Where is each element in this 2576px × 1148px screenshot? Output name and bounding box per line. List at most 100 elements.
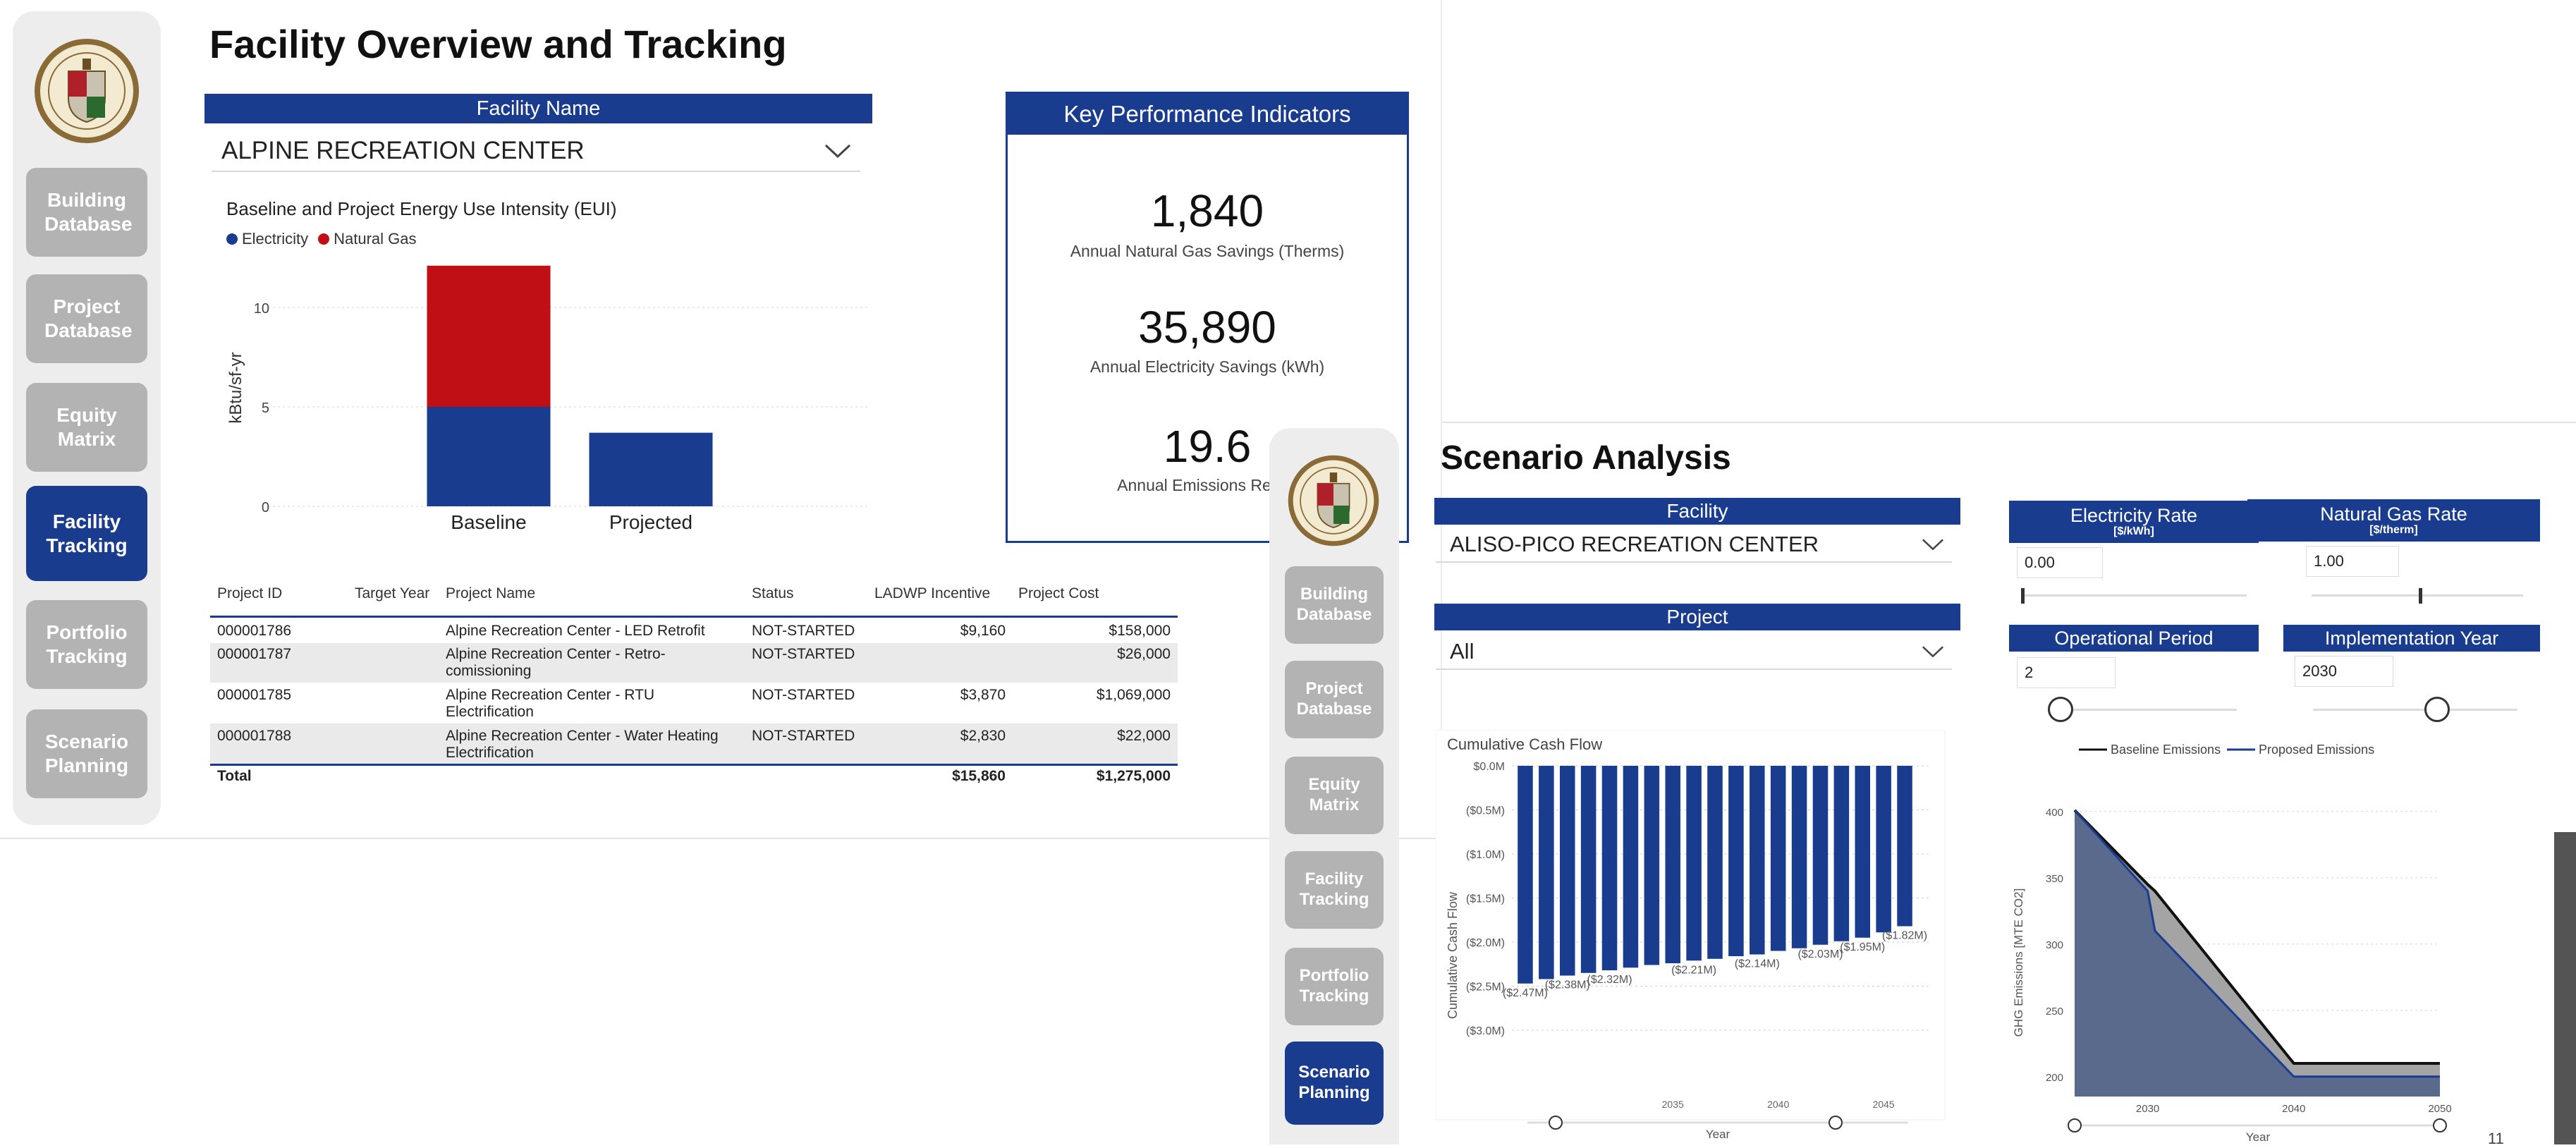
cell-cost: $158,000 bbox=[1109, 623, 1171, 639]
facility-name-header: Facility Name bbox=[205, 94, 872, 123]
kpi-gas-savings-label: Annual Natural Gas Savings (Therms) bbox=[1070, 242, 1345, 260]
cash-flow-bar bbox=[1686, 766, 1702, 961]
cash-flow-bar bbox=[1812, 766, 1829, 945]
cash-flow-xtick: 2035 bbox=[1662, 1099, 1684, 1110]
col-header-ladwp-incentive: LADWP Incentive bbox=[874, 585, 991, 602]
cell-project-id: 000001786 bbox=[217, 623, 292, 639]
operational-period-slider-track[interactable] bbox=[2049, 709, 2237, 711]
emissions-xlabel: Year bbox=[2246, 1130, 2271, 1144]
cash-flow-bar bbox=[1580, 766, 1597, 973]
kpi-electricity-savings-label: Annual Electricity Savings (kWh) bbox=[1089, 358, 1325, 376]
cash-flow-ylabel: Cumulative Cash Flow bbox=[1446, 891, 1460, 1019]
cash-flow-data-label: ($1.95M) bbox=[1840, 941, 1885, 953]
electricity-rate-header: Electricity Rate [$/kWh] bbox=[2009, 501, 2259, 543]
legend-gas-swatch bbox=[318, 233, 330, 245]
table-row[interactable]: 000001788 Alpine Recreation Center - Wat… bbox=[210, 723, 1178, 764]
cash-flow-bar bbox=[1601, 766, 1618, 970]
facility-dropdown[interactable]: ALPINE RECREATION CENTER bbox=[212, 131, 860, 172]
legend-gas-label: Natural Gas bbox=[334, 230, 417, 248]
nav-portfolio-tracking[interactable]: Portfolio Tracking bbox=[1285, 948, 1384, 1025]
emissions-xtick: 2050 bbox=[2428, 1103, 2451, 1115]
cell-status: NOT-STARTED bbox=[752, 728, 855, 744]
emissions-chart: Baseline Emissions Proposed Emissions 200 2… bbox=[2012, 743, 2452, 1144]
cash-flow-bar bbox=[1750, 766, 1765, 955]
project-dropdown[interactable]: All bbox=[1436, 635, 1952, 670]
city-seal-logo bbox=[33, 37, 140, 145]
cash-flow-bar bbox=[1855, 766, 1871, 938]
gas-rate-slider-track[interactable] bbox=[2312, 594, 2523, 597]
emissions-ytick: 300 bbox=[2046, 939, 2063, 951]
cash-flow-data-label: ($2.47M) bbox=[1503, 987, 1548, 999]
implementation-year-input[interactable]: 2030 bbox=[2295, 656, 2393, 687]
nav-equity-matrix[interactable]: Equity Matrix bbox=[26, 383, 147, 472]
nav-facility-tracking[interactable]: Facility Tracking bbox=[1285, 851, 1384, 929]
cash-flow-title: Cumulative Cash Flow bbox=[1447, 735, 1602, 753]
nav-building-database[interactable]: Building Database bbox=[26, 168, 147, 257]
nav-scenario-planning[interactable]: Scenario Planning bbox=[1285, 1042, 1384, 1125]
implementation-year-slider-handle[interactable] bbox=[2424, 697, 2450, 722]
nav-building-database[interactable]: Building Database bbox=[1285, 566, 1384, 644]
nav-project-database[interactable]: Project Database bbox=[1285, 661, 1384, 738]
total-divider bbox=[210, 764, 1178, 766]
cash-flow-bar bbox=[1876, 766, 1891, 933]
electricity-rate-slider-track[interactable] bbox=[2021, 594, 2247, 597]
total-incentive: $15,860 bbox=[952, 768, 1006, 784]
nav-portfolio-tracking[interactable]: Portfolio Tracking bbox=[26, 600, 147, 689]
cash-flow-bar bbox=[1623, 766, 1639, 968]
kpi-gas-savings-value: 1,840 bbox=[1150, 185, 1264, 236]
electricity-rate-label: Electricity Rate bbox=[2070, 505, 2198, 527]
cell-project-name: Alpine Recreation Center - Retro-comissi… bbox=[446, 646, 666, 680]
eui-ytick: 10 bbox=[254, 301, 269, 317]
implementation-year-header: Implementation Year bbox=[2283, 625, 2540, 652]
gas-rate-unit: [$/therm] bbox=[2369, 523, 2418, 536]
cell-incentive: $2,830 bbox=[960, 728, 1006, 744]
cash-flow-ytick: ($2.0M) bbox=[1466, 937, 1505, 949]
nav-label: Scenario Planning bbox=[1298, 1063, 1370, 1102]
electricity-rate-input[interactable]: 0.00 bbox=[2017, 547, 2103, 578]
nav-equity-matrix[interactable]: Equity Matrix bbox=[1285, 757, 1384, 834]
nav-facility-tracking[interactable]: Facility Tracking bbox=[26, 486, 147, 581]
sidebar-right: Building Database Project Database Equit… bbox=[1269, 428, 1399, 1144]
emissions-ytick: 350 bbox=[2046, 873, 2063, 885]
nav-project-database[interactable]: Project Database bbox=[26, 274, 147, 363]
eui-bar-natural-gas bbox=[427, 265, 551, 407]
eui-ytick: 0 bbox=[262, 500, 269, 515]
cash-flow-ytick: ($1.0M) bbox=[1466, 849, 1505, 861]
electricity-rate-slider-handle[interactable] bbox=[2021, 588, 2025, 604]
kpi-electricity-savings-value: 35,890 bbox=[1138, 302, 1276, 353]
gas-rate-header: Natural Gas Rate [$/therm] bbox=[2247, 499, 2540, 542]
implementation-year-slider-track[interactable] bbox=[2313, 709, 2517, 711]
gas-rate-input[interactable]: 1.00 bbox=[2306, 546, 2399, 577]
facility-dropdown-right[interactable]: ALISO-PICO RECREATION CENTER bbox=[1436, 527, 1952, 563]
table-row[interactable]: 000001785 Alpine Recreation Center - RTU… bbox=[210, 683, 1178, 723]
nav-label: Facility Tracking bbox=[1299, 869, 1369, 909]
project-table: Project ID Target Year Project Name Stat… bbox=[210, 575, 1178, 786]
total-cost: $1,275,000 bbox=[1096, 768, 1171, 784]
facility-selected-value: ALPINE RECREATION CENTER bbox=[221, 137, 585, 164]
table-row[interactable]: 000001787 Alpine Recreation Center - Ret… bbox=[210, 643, 1178, 683]
cash-flow-bar bbox=[1539, 766, 1554, 979]
legend-proposed-label: Proposed Emissions bbox=[2259, 743, 2374, 757]
emissions-xtick: 2040 bbox=[2282, 1103, 2305, 1115]
cash-flow-bar bbox=[1644, 766, 1660, 965]
operational-period-input[interactable]: 2 bbox=[2017, 657, 2116, 688]
nav-scenario-planning[interactable]: Scenario Planning bbox=[26, 709, 147, 798]
electricity-rate-unit: [$/kWh] bbox=[2113, 525, 2154, 537]
gas-rate-slider-handle[interactable] bbox=[2419, 588, 2422, 604]
facility-selected-value: ALISO-PICO RECREATION CENTER bbox=[1450, 532, 1819, 556]
operational-period-slider-handle[interactable] bbox=[2048, 697, 2073, 722]
cash-flow-ytick: ($1.5M) bbox=[1466, 893, 1505, 905]
cash-flow-bar bbox=[1559, 766, 1575, 976]
project-selected-value: All bbox=[1450, 639, 1475, 664]
emissions-ytick: 250 bbox=[2046, 1006, 2063, 1018]
emissions-ylabel: GHG Emissions [MTE CO2] bbox=[2012, 889, 2025, 1037]
facility-overview-panel: Building Database Project Database Equit… bbox=[0, 0, 1442, 839]
table-row[interactable]: 000001786 Alpine Recreation Center - LED… bbox=[210, 618, 1178, 643]
cell-project-id: 000001785 bbox=[217, 687, 292, 703]
scrollbar-thumb[interactable] bbox=[2554, 832, 2576, 1144]
nav-label: Portfolio Tracking bbox=[1299, 966, 1369, 1006]
panel2-top-border bbox=[1442, 422, 2576, 423]
chevron-down-icon bbox=[824, 144, 851, 159]
nav-label: Portfolio Tracking bbox=[46, 621, 128, 667]
sidebar-left: Building Database Project Database Equit… bbox=[13, 11, 161, 825]
